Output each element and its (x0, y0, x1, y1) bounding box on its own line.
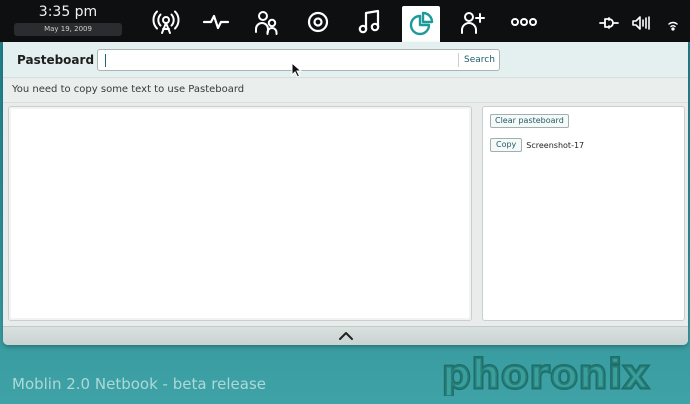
copy-button[interactable]: Copy (490, 138, 523, 152)
invite-zone-button[interactable] (454, 4, 492, 40)
clock[interactable]: 3:35 pm May 19, 2009 (14, 4, 122, 38)
applications-zone-button[interactable] (505, 4, 543, 40)
myzone-toolbar: 3:35 pm May 19, 2009 (0, 0, 690, 42)
pasteboard-header: Pasteboard Search (3, 42, 688, 78)
activity-zone-button[interactable] (197, 4, 235, 40)
media-zone-button[interactable] (299, 4, 337, 40)
status-message-row: You need to copy some text to use Pasteb… (3, 79, 688, 103)
status-message: You need to copy some text to use Pasteb… (12, 84, 245, 95)
search-input[interactable] (100, 52, 452, 68)
status-zone-button[interactable] (147, 4, 185, 40)
pasteboard-items-pane[interactable] (8, 106, 472, 321)
pasteboard-sidebar: Clear pasteboard Copy Screenshot-17 (482, 106, 685, 321)
clock-date: May 19, 2009 (14, 23, 122, 36)
list-item: Copy Screenshot-17 (490, 138, 584, 152)
add-person-icon (461, 12, 485, 34)
pasteboard-zone-button[interactable] (402, 6, 440, 42)
applications-dots-icon (511, 18, 537, 26)
collapse-panel-button[interactable] (3, 326, 688, 345)
phoronix-watermark-logo: phoronix phoronix (441, 351, 651, 397)
text-caret (105, 54, 106, 67)
music-note-icon (358, 9, 380, 34)
release-caption: Moblin 2.0 Netbook - beta release (12, 375, 267, 393)
search-separator (458, 53, 459, 67)
search-button[interactable]: Search (460, 51, 499, 69)
pasteboard-icon (409, 11, 434, 36)
clear-pasteboard-button[interactable]: Clear pasteboard (490, 114, 569, 128)
volume-icon (632, 16, 650, 30)
pasteboard-panel: Pasteboard Search You need to copy some … (3, 42, 688, 345)
people-zone-button[interactable] (248, 4, 286, 40)
activity-pulse-icon (202, 14, 230, 30)
volume-status-button[interactable] (630, 13, 652, 33)
mouse-pointer-icon (291, 62, 303, 78)
wifi-status-button[interactable] (662, 13, 684, 33)
clock-time: 3:35 pm (38, 4, 98, 20)
media-disc-icon (307, 11, 329, 33)
power-plug-icon (599, 17, 619, 29)
chevron-up-icon (338, 332, 353, 340)
wireless-broadcast-icon (152, 10, 180, 34)
wifi-icon (668, 21, 678, 31)
item-label: Screenshot-17 (526, 140, 585, 150)
panel-title: Pasteboard (17, 53, 95, 67)
music-zone-button[interactable] (351, 4, 389, 40)
people-icon (255, 11, 278, 35)
power-status-button[interactable] (598, 13, 620, 33)
watermark-text-fill: phoronix (442, 352, 650, 396)
